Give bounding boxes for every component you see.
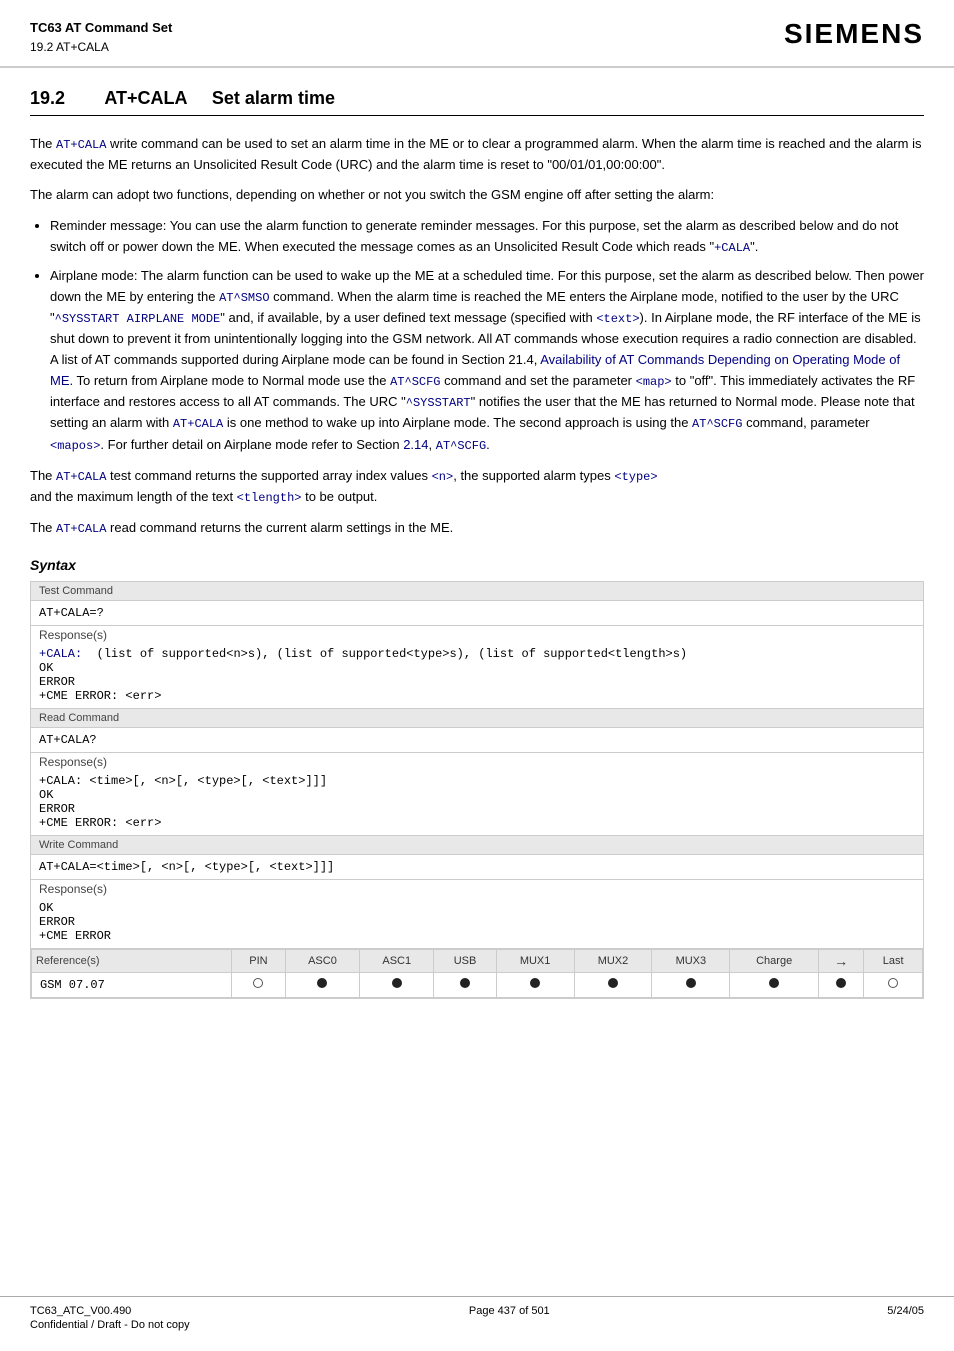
ref-label-header: Reference(s) <box>32 950 232 973</box>
write-command-header: Write Command <box>31 836 923 855</box>
ref-usb-dot <box>434 973 496 998</box>
read-command-response-label: Response(s) <box>31 753 923 771</box>
footer-confidential: Confidential / Draft - Do not copy <box>30 1319 190 1331</box>
dot-arrow <box>836 978 846 988</box>
page-footer: TC63_ATC_V00.490 Page 437 of 501 5/24/05… <box>0 1296 954 1331</box>
dot-usb <box>460 978 470 988</box>
write-command-response-label: Response(s) <box>31 880 923 898</box>
footer-doc-id: TC63_ATC_V00.490 <box>30 1305 131 1317</box>
dot-asc1 <box>392 978 402 988</box>
reference-header-row: Reference(s) PIN ASC0 ASC1 USB MUX1 MUX2… <box>32 950 923 973</box>
ref-pin-header: PIN <box>232 950 286 973</box>
bullet-item-2: Airplane mode: The alarm function can be… <box>50 266 924 456</box>
dot-mux2 <box>608 978 618 988</box>
section-cmd: AT+CALA <box>104 88 187 108</box>
ref-arrow-dot <box>819 973 864 998</box>
ref-mux2-dot <box>574 973 652 998</box>
ref-mux2-header: MUX2 <box>574 950 652 973</box>
dot-charge <box>769 978 779 988</box>
section-title: 19.2 AT+CALA Set alarm time <box>30 88 924 116</box>
test-command-block: Test Command AT+CALA=? Response(s) +CALA… <box>30 581 924 709</box>
write-command-block: Write Command AT+CALA=<time>[, <n>[, <ty… <box>30 836 924 949</box>
header-doc-title: TC63 AT Command Set <box>30 18 172 38</box>
test-command-header: Test Command <box>31 582 923 601</box>
ref-mux3-dot <box>652 973 730 998</box>
ref-value: GSM 07.07 <box>32 973 232 998</box>
read-command-block: Read Command AT+CALA? Response(s) +CALA:… <box>30 709 924 836</box>
read-command-body: AT+CALA? <box>31 728 923 753</box>
bullet-list: Reminder message: You can use the alarm … <box>50 216 924 456</box>
ref-asc1-dot <box>360 973 434 998</box>
body-para1: The AT+CALA write command can be used to… <box>30 134 924 176</box>
ref-last-dot <box>864 973 923 998</box>
read-command-response: +CALA: <time>[, <n>[, <type>[, <text>]]]… <box>31 771 923 835</box>
footer-main-row: TC63_ATC_V00.490 Page 437 of 501 5/24/05 <box>30 1305 924 1317</box>
test-command-response: +CALA: (list of supported<n>s), (list of… <box>31 644 923 708</box>
reference-section: Reference(s) PIN ASC0 ASC1 USB MUX1 MUX2… <box>30 949 924 999</box>
header-left: TC63 AT Command Set 19.2 AT+CALA <box>30 18 172 56</box>
read-command-header: Read Command <box>31 709 923 728</box>
page-header: TC63 AT Command Set 19.2 AT+CALA SIEMENS <box>0 0 954 68</box>
footer-date: 5/24/05 <box>887 1305 924 1317</box>
write-command-body: AT+CALA=<time>[, <n>[, <type>[, <text>]]… <box>31 855 923 880</box>
ref-mux1-dot <box>496 973 574 998</box>
dot-mux3 <box>686 978 696 988</box>
syntax-heading: Syntax <box>30 557 924 573</box>
body-para4: The AT+CALA read command returns the cur… <box>30 518 924 539</box>
write-command-response: OK ERROR +CME ERROR <box>31 898 923 948</box>
dot-mux1 <box>530 978 540 988</box>
ref-mux3-header: MUX3 <box>652 950 730 973</box>
reference-data-row: GSM 07.07 <box>32 973 923 998</box>
section-number: 19.2 <box>30 88 65 108</box>
ref-charge-header: Charge <box>730 950 819 973</box>
ref-asc0-header: ASC0 <box>285 950 359 973</box>
main-content: 19.2 AT+CALA Set alarm time The AT+CALA … <box>0 68 954 1020</box>
ref-charge-dot <box>730 973 819 998</box>
ref-usb-header: USB <box>434 950 496 973</box>
test-command-response-label: Response(s) <box>31 626 923 644</box>
ref-asc0-dot <box>285 973 359 998</box>
header-section-ref: 19.2 AT+CALA <box>30 38 172 56</box>
test-command-body: AT+CALA=? <box>31 601 923 626</box>
footer-confidential-row: Confidential / Draft - Do not copy <box>30 1319 924 1331</box>
ref-mux1-header: MUX1 <box>496 950 574 973</box>
section-subtitle: Set alarm time <box>212 88 335 108</box>
dot-asc0 <box>317 978 327 988</box>
dot-pin <box>253 978 263 988</box>
dot-last <box>888 978 898 988</box>
body-para2: The alarm can adopt two functions, depen… <box>30 185 924 206</box>
footer-page-info: Page 437 of 501 <box>469 1305 550 1317</box>
siemens-logo: SIEMENS <box>784 18 924 50</box>
ref-asc1-header: ASC1 <box>360 950 434 973</box>
ref-pin-dot <box>232 973 286 998</box>
reference-table: Reference(s) PIN ASC0 ASC1 USB MUX1 MUX2… <box>31 949 923 998</box>
footer-of: of <box>519 1305 528 1317</box>
bullet-item-1: Reminder message: You can use the alarm … <box>50 216 924 258</box>
body-para3: The AT+CALA test command returns the sup… <box>30 466 924 508</box>
ref-last-header: Last <box>864 950 923 973</box>
ref-arrow-header: → <box>819 950 864 973</box>
